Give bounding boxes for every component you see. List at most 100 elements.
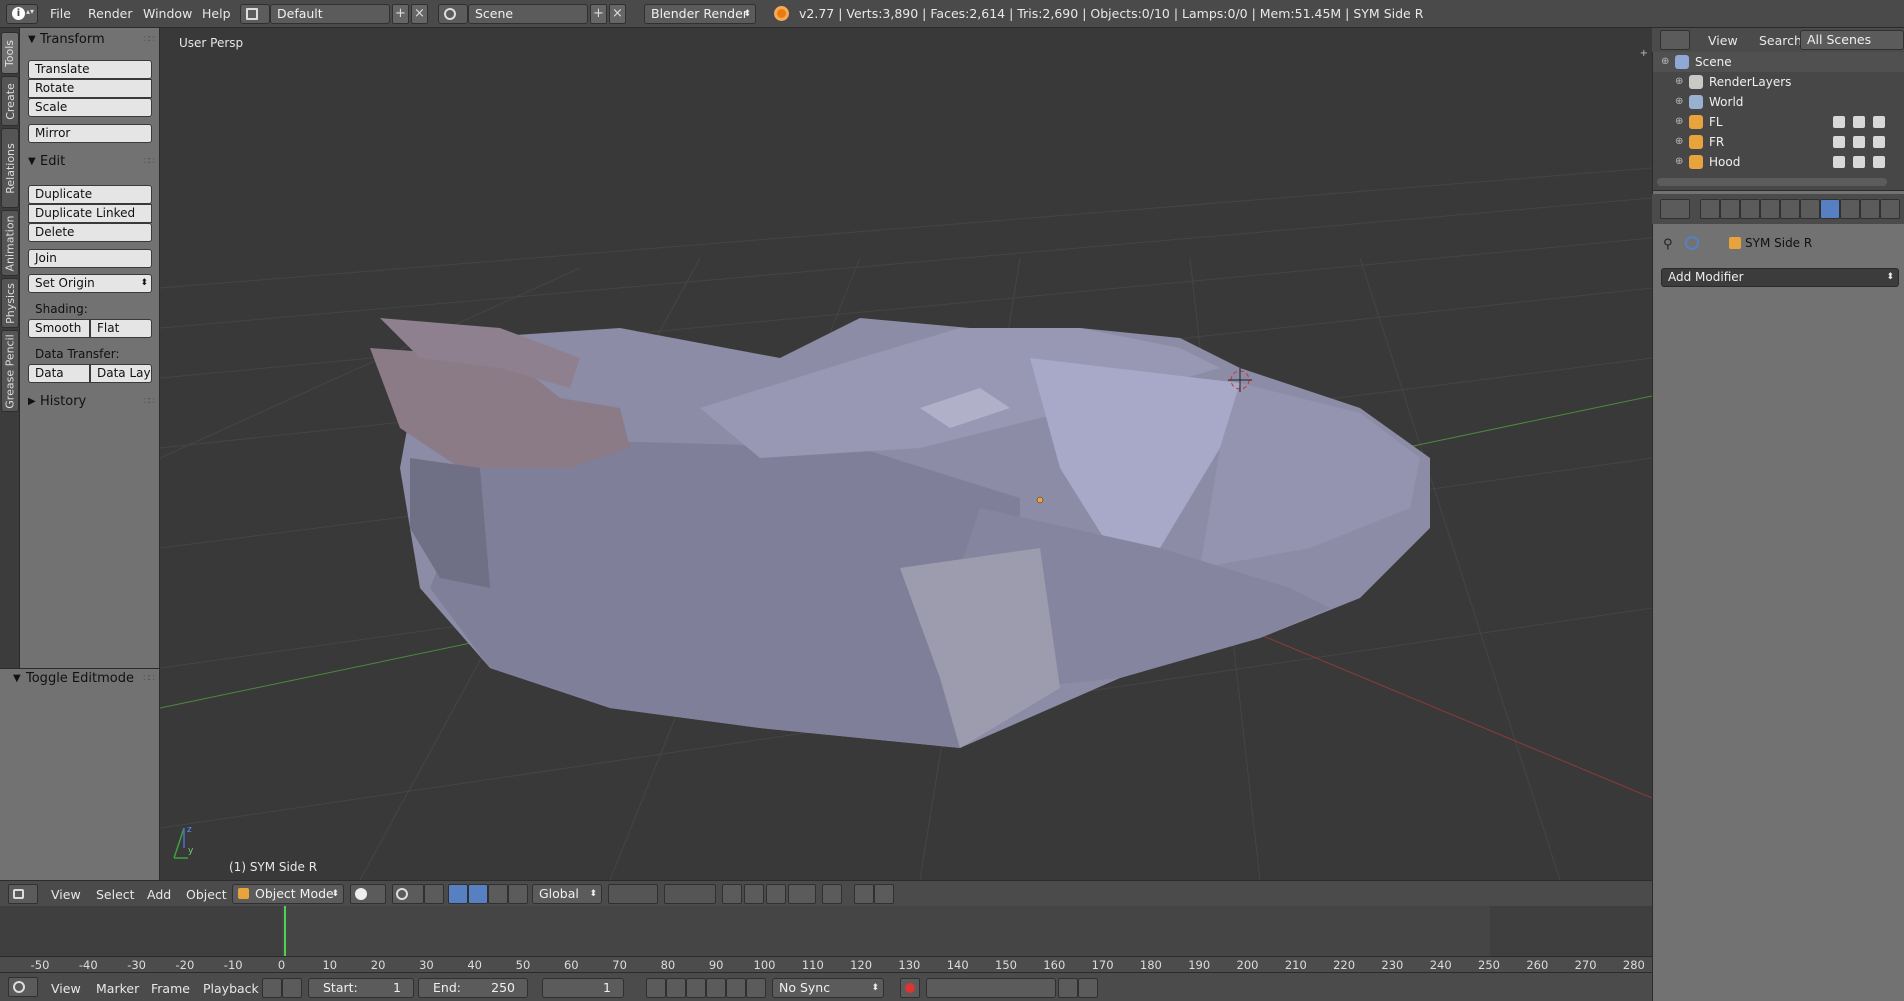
menu-frame[interactable]: Frame [151,981,190,996]
remove-layout-icon[interactable]: × [411,4,428,24]
layer-lock-icon[interactable] [722,884,742,904]
data-tab-icon[interactable] [1840,199,1860,219]
outliner-row[interactable]: ⊕ FL [1653,112,1904,132]
material-tab-icon[interactable] [1860,199,1880,219]
set-origin-select[interactable]: Set Origin ⬍ [28,274,152,293]
expand-toggle-icon[interactable]: ⊕ [1675,72,1683,92]
eye-icon[interactable] [1833,116,1845,128]
jump-start-icon[interactable] [646,978,666,998]
play-icon[interactable] [706,978,726,998]
render-tab-icon[interactable] [1700,199,1720,219]
preview-range-icon[interactable] [262,978,282,998]
add-layout-icon[interactable]: + [392,4,409,24]
current-frame-field[interactable]: 1 [542,978,624,998]
display-mode-select[interactable]: All Scenes [1800,30,1904,50]
car-body-mesh[interactable] [370,318,1430,748]
opengl-anim-icon[interactable] [874,884,894,904]
duplicate-linked-button[interactable]: Duplicate Linked [28,204,152,223]
properties-editor[interactable]: ⚲ SYM Side R Add Modifier ⬍ [1652,190,1904,1001]
world-tab-icon[interactable] [1760,199,1780,219]
layout-name-field[interactable]: Default [270,4,390,24]
jump-end-icon[interactable] [746,978,766,998]
menu-view[interactable]: View [51,981,81,996]
scene-name-field[interactable]: Scene [468,4,588,24]
eye-icon[interactable] [1833,156,1845,168]
manipulator-toggle[interactable] [424,884,444,904]
render-preview-icon[interactable] [822,884,842,904]
scene-layers-b[interactable] [664,884,716,904]
object-origin-dot[interactable] [1036,496,1044,504]
scene-browse-button[interactable] [438,4,468,24]
editor-type-button[interactable] [8,977,38,997]
menu-help[interactable]: Help [202,6,231,21]
shade-smooth-button[interactable]: Smooth [28,319,90,338]
menu-select[interactable]: Select [96,887,135,902]
menu-object[interactable]: Object [186,887,227,902]
tab-relations[interactable]: Relations [1,128,19,208]
cursor-select-icon[interactable] [1853,156,1865,168]
outliner-scrollbar[interactable] [1657,178,1887,186]
expand-toggle-icon[interactable]: ⊕ [1675,132,1683,152]
outliner[interactable]: ⊕ Scene ⊕ RenderLayers ⊕ World ⊕ FL ⊕ FR ⊕ Hood [1652,28,1904,190]
outliner-row[interactable]: ⊕ Scene [1653,52,1904,72]
tab-physics[interactable]: Physics [1,278,19,328]
editor-type-button[interactable] [1660,199,1690,219]
menu-view[interactable]: View [51,887,81,902]
add-modifier-select[interactable]: Add Modifier ⬍ [1661,268,1899,287]
snap-element-select[interactable] [788,884,816,904]
timeline-editor[interactable]: -50 -40 -30 -20 -10 0 10 20 30 40 50 60 70 80 90 100 110… [0,906,1652,972]
timeline-ruler[interactable]: -50 -40 -30 -20 -10 0 10 20 30 40 50 60 70 80 90 100 110… [0,956,1652,972]
translate-manipulator-icon[interactable] [448,884,468,904]
end-frame-field[interactable]: End: 250 [418,978,528,998]
outliner-row[interactable]: ⊕ FR [1653,132,1904,152]
menu-add[interactable]: Add [147,887,171,902]
snap-toggle-icon[interactable] [766,884,786,904]
tab-create[interactable]: Create [1,76,19,126]
outliner-row[interactable]: ⊕ RenderLayers [1653,72,1904,92]
menu-view[interactable]: View [1708,33,1738,48]
record-keyframe-icon[interactable] [900,978,920,998]
play-reverse-icon[interactable] [686,978,706,998]
3d-viewport[interactable]: z y User Persp (1) SYM Side R + [160,28,1652,880]
expand-toggle-icon[interactable]: ⊕ [1675,112,1683,132]
outliner-row[interactable]: ⊕ Hood [1653,152,1904,172]
pivot-point-select[interactable] [392,884,424,904]
editor-type-button[interactable]: i ▴▾ [6,4,38,24]
menu-render[interactable]: Render [88,6,133,21]
scene-layers-a[interactable] [608,884,658,904]
data-layout-transfer-button[interactable]: Data Layo [90,364,152,383]
tab-tools[interactable]: Tools [1,32,19,74]
manipulator-scale-icon[interactable] [508,884,528,904]
texture-tab-icon[interactable] [1880,199,1900,219]
expand-toggle-icon[interactable]: ⊕ [1675,92,1683,112]
proportional-edit-icon[interactable] [744,884,764,904]
drag-grip-icon[interactable]: ∷∷ [143,669,155,689]
menu-playback[interactable]: Playback [203,981,259,996]
scale-manipulator-icon[interactable] [488,884,508,904]
lock-frame-icon[interactable] [282,978,302,998]
render-layers-tab-icon[interactable] [1720,199,1740,219]
edit-panel-header[interactable]: ▼ Edit ∷∷ [20,152,160,172]
cursor-select-icon[interactable] [1853,136,1865,148]
object-tab-icon[interactable] [1780,199,1800,219]
shade-flat-button[interactable]: Flat [90,319,152,338]
expand-toggle-icon[interactable]: ⊕ [1661,52,1669,72]
render-camera-icon[interactable] [1873,156,1885,168]
outliner-tree[interactable]: ⊕ Scene ⊕ RenderLayers ⊕ World ⊕ FL ⊕ FR ⊕ Hood [1653,52,1904,182]
render-camera-icon[interactable] [1873,136,1885,148]
expand-region-icon[interactable]: + [1640,48,1648,59]
pin-icon[interactable]: ⚲ [1663,237,1673,252]
modifiers-tab-icon[interactable] [1820,199,1840,219]
history-panel-header[interactable]: ▶ History ∷∷ [20,392,160,412]
menu-window[interactable]: Window [143,6,192,21]
duplicate-button[interactable]: Duplicate [28,185,152,204]
transform-panel-header[interactable]: ▼ Transform ∷∷ [20,30,160,50]
constraints-tab-icon[interactable] [1800,199,1820,219]
delete-button[interactable]: Delete [28,223,152,242]
transform-orientation-select[interactable]: Global ⬍ [532,884,602,904]
add-scene-icon[interactable]: + [590,4,607,24]
cursor-select-icon[interactable] [1853,116,1865,128]
menu-search[interactable]: Search [1759,33,1802,48]
opengl-render-icon[interactable] [854,884,874,904]
keying-set-field[interactable] [926,978,1056,998]
